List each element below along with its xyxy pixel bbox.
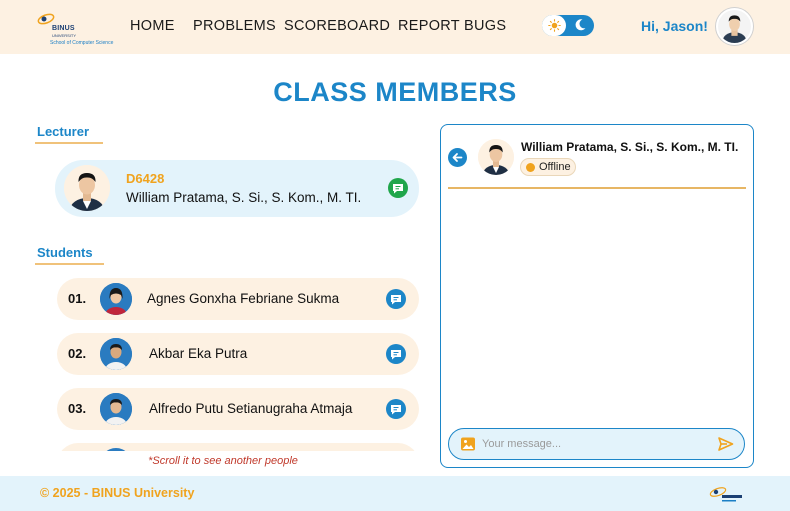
students-underline xyxy=(35,263,104,265)
arrow-left-icon xyxy=(452,153,463,162)
chat-panel: William Pratama, S. Si., S. Kom., M. TI.… xyxy=(440,124,754,468)
student-chat-button[interactable] xyxy=(386,399,406,419)
student-name: Akbar Eka Putra xyxy=(149,346,248,361)
chat-bubble-icon xyxy=(391,350,401,360)
nav-scoreboard[interactable]: SCOREBOARD xyxy=(284,18,390,34)
footer: © 2025 - BINUS University xyxy=(0,476,790,511)
status-text: Offline xyxy=(539,161,571,173)
lecturer-chat-button[interactable] xyxy=(388,178,408,198)
chat-bubble-icon xyxy=(391,295,401,305)
student-avatar xyxy=(100,448,132,451)
image-icon[interactable] xyxy=(460,436,476,452)
student-photo xyxy=(100,393,132,425)
toggle-knob xyxy=(542,15,566,36)
theme-toggle[interactable] xyxy=(542,15,594,36)
student-row[interactable]: 02. Akbar Eka Putra xyxy=(57,333,419,375)
user-photo xyxy=(718,10,751,43)
chat-contact-name: William Pratama, S. Si., S. Kom., M. TI. xyxy=(521,140,739,154)
student-photo xyxy=(100,283,132,315)
sun-icon xyxy=(548,19,561,32)
moon-icon xyxy=(575,19,586,31)
student-name: Agnes Gonxha Febriane Sukma xyxy=(147,291,340,306)
chat-bubble-icon xyxy=(391,405,401,415)
nav-report-bugs[interactable]: REPORT BUGS xyxy=(398,18,506,34)
lecturer-card[interactable]: D6428 William Pratama, S. Si., S. Kom., … xyxy=(55,160,419,217)
status-dot xyxy=(526,163,535,172)
student-row-partial[interactable] xyxy=(57,443,419,451)
lecturer-avatar xyxy=(64,165,110,211)
send-icon[interactable] xyxy=(717,436,734,452)
student-row[interactable]: 03. Alfredo Putu Setianugraha Atmaja xyxy=(57,388,419,430)
lecturer-photo xyxy=(64,165,110,211)
student-chat-button[interactable] xyxy=(386,344,406,364)
student-photo xyxy=(100,338,132,370)
student-avatar xyxy=(100,393,132,425)
student-name: Alfredo Putu Setianugraha Atmaja xyxy=(149,401,353,416)
student-number: 03. xyxy=(68,401,87,416)
footer-logo-icon xyxy=(709,487,742,502)
nav-problems[interactable]: PROBLEMS xyxy=(193,18,276,34)
user-avatar[interactable] xyxy=(716,8,753,45)
message-input[interactable] xyxy=(482,434,707,454)
lecturer-underline xyxy=(35,142,103,144)
back-button[interactable] xyxy=(448,148,467,167)
chat-bubble-icon xyxy=(393,184,403,194)
students-heading: Students xyxy=(37,245,93,260)
chat-input-bar xyxy=(448,428,745,460)
binus-logo[interactable]: BINUS UNIVERSITY School of Computer Scie… xyxy=(34,8,116,46)
page-title: CLASS MEMBERS xyxy=(273,77,517,107)
student-list[interactable]: 01. Agnes Gonxha Febriane Sukma 02. Akba… xyxy=(57,278,419,451)
lecturer-name: William Pratama, S. Si., S. Kom., M. TI. xyxy=(126,190,362,205)
student-row[interactable]: 01. Agnes Gonxha Febriane Sukma xyxy=(57,278,419,320)
nav-home[interactable]: HOME xyxy=(130,18,175,34)
footer-copyright: © 2025 - BINUS University xyxy=(40,486,195,500)
user-greeting: Hi, Jason! xyxy=(641,18,708,34)
status-badge: Offline xyxy=(520,158,576,176)
logo-brand: BINUS xyxy=(52,25,75,32)
chat-divider xyxy=(448,187,746,189)
chat-contact-photo xyxy=(478,139,514,175)
logo-sub: UNIVERSITY xyxy=(52,33,77,38)
top-header: BINUS UNIVERSITY School of Computer Scie… xyxy=(0,0,790,54)
chat-contact-avatar xyxy=(478,139,514,175)
student-number: 01. xyxy=(68,291,87,306)
student-avatar xyxy=(100,338,132,370)
logo-school: School of Computer Science xyxy=(50,40,114,46)
scroll-hint: *Scroll it to see another people xyxy=(148,455,298,467)
student-number: 02. xyxy=(68,346,87,361)
lecturer-code: D6428 xyxy=(126,171,165,186)
lecturer-heading: Lecturer xyxy=(37,124,90,139)
student-avatar xyxy=(100,283,132,315)
student-chat-button[interactable] xyxy=(386,289,406,309)
